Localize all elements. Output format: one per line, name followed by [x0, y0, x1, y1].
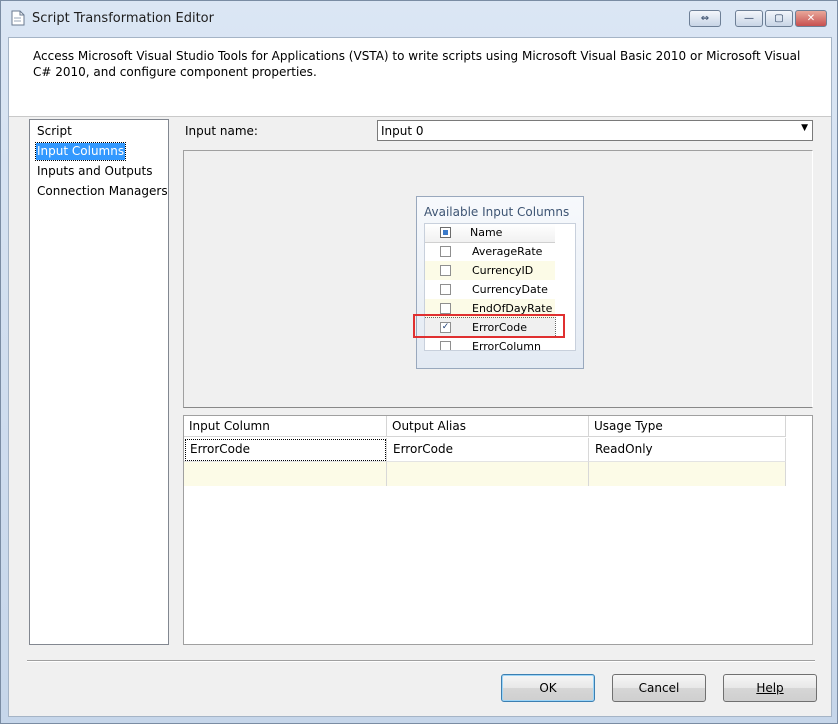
nav-item-input-columns[interactable]: Input Columns — [34, 142, 127, 161]
input-name-dropdown[interactable]: Input 0 ▼ — [377, 120, 813, 141]
column-checkbox[interactable] — [440, 284, 451, 295]
nav-item-script[interactable]: Script — [36, 123, 73, 140]
column-row[interactable]: CurrencyDate — [425, 280, 555, 299]
new-row-cell[interactable] — [387, 462, 589, 486]
select-all-checkbox[interactable] — [440, 227, 451, 238]
restore-button[interactable]: ⇔ — [689, 10, 721, 27]
close-button[interactable]: ✕ — [795, 10, 827, 27]
page-navigation-list: Script Input Columns Inputs and Outputs … — [29, 119, 169, 645]
column-name: AverageRate — [472, 245, 543, 258]
column-checkbox[interactable] — [440, 303, 451, 314]
document-icon — [11, 10, 25, 26]
column-checkbox[interactable] — [440, 265, 451, 276]
column-row[interactable]: AverageRate — [425, 242, 555, 261]
column-checkbox[interactable] — [440, 246, 451, 257]
minimize-button[interactable]: — — [735, 10, 763, 27]
column-row[interactable]: CurrencyID — [425, 261, 555, 280]
usage-type-cell[interactable]: ReadOnly — [589, 438, 786, 462]
input-column-cell[interactable]: ErrorCode — [184, 438, 387, 462]
highlight-box — [413, 314, 565, 338]
input-column-mapping-grid: Input Column Output Alias Usage Type Err… — [183, 415, 813, 645]
output-alias-header[interactable]: Output Alias — [387, 416, 589, 437]
output-alias-cell[interactable]: ErrorCode — [387, 438, 589, 462]
column-checkbox[interactable] — [440, 341, 451, 350]
window-title: Script Transformation Editor — [32, 11, 214, 26]
column-name: ErrorColumn — [472, 340, 541, 351]
input-name-label: Input name: — [185, 124, 258, 138]
dropdown-arrow-icon[interactable]: ▼ — [801, 123, 808, 133]
title-bar: Script Transformation Editor ⇔ — ▢ ✕ — [1, 1, 837, 37]
grid-header: Name — [425, 224, 555, 243]
available-input-columns-box: Available Input Columns Name AverageRate… — [413, 196, 584, 369]
button-separator — [27, 660, 815, 662]
nav-item-connection-managers[interactable]: Connection Managers — [36, 183, 169, 200]
usage-type-header[interactable]: Usage Type — [589, 416, 786, 437]
input-name-value: Input 0 — [381, 124, 424, 138]
header-description: Access Microsoft Visual Studio Tools for… — [33, 49, 801, 79]
column-row[interactable]: ErrorColumn — [425, 337, 555, 351]
maximize-button[interactable]: ▢ — [765, 10, 793, 27]
cancel-button[interactable]: Cancel — [612, 674, 706, 702]
input-column-header[interactable]: Input Column — [184, 416, 387, 437]
new-row-cell[interactable] — [184, 462, 387, 486]
available-columns-designer: Available Input Columns Name AverageRate… — [183, 150, 813, 408]
available-columns-title: Available Input Columns — [424, 205, 570, 219]
help-button-label: Help — [756, 681, 784, 695]
help-button[interactable]: Help — [723, 674, 817, 702]
script-transformation-editor-window: Script Transformation Editor ⇔ — ▢ ✕ Acc… — [0, 0, 838, 724]
column-name: CurrencyDate — [472, 283, 548, 296]
name-column-header: Name — [470, 226, 503, 239]
header-panel: Access Microsoft Visual Studio Tools for… — [9, 38, 831, 117]
new-row-cell[interactable] — [589, 462, 786, 486]
dialog-client-area: Access Microsoft Visual Studio Tools for… — [8, 37, 832, 717]
ok-button[interactable]: OK — [501, 674, 595, 702]
column-name: CurrencyID — [472, 264, 534, 277]
nav-item-inputs-and-outputs[interactable]: Inputs and Outputs — [36, 163, 153, 180]
